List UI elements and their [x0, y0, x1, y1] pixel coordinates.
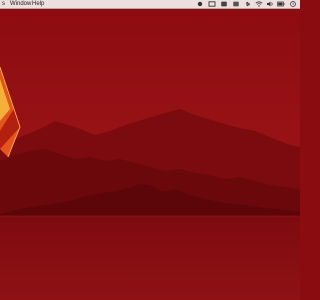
clock-icon[interactable] [289, 1, 297, 7]
bluetooth-icon[interactable] [244, 1, 252, 7]
wallpaper-artwork [0, 9, 300, 300]
menu-item-partial[interactable]: s [2, 0, 5, 8]
status-app-icon[interactable] [220, 1, 228, 7]
menu-item-window[interactable]: Window [10, 0, 31, 8]
menu-item-help[interactable]: Help [32, 0, 44, 8]
status-dot-icon[interactable] [196, 1, 204, 7]
status-app-icon[interactable] [232, 1, 240, 7]
battery-icon[interactable] [277, 1, 285, 7]
desktop-wallpaper [0, 9, 300, 300]
menu-bar: s Window Help [0, 0, 300, 9]
wifi-icon[interactable] [255, 1, 263, 7]
lake [0, 216, 300, 300]
volume-icon[interactable] [266, 1, 274, 7]
status-box-icon[interactable] [208, 1, 216, 7]
